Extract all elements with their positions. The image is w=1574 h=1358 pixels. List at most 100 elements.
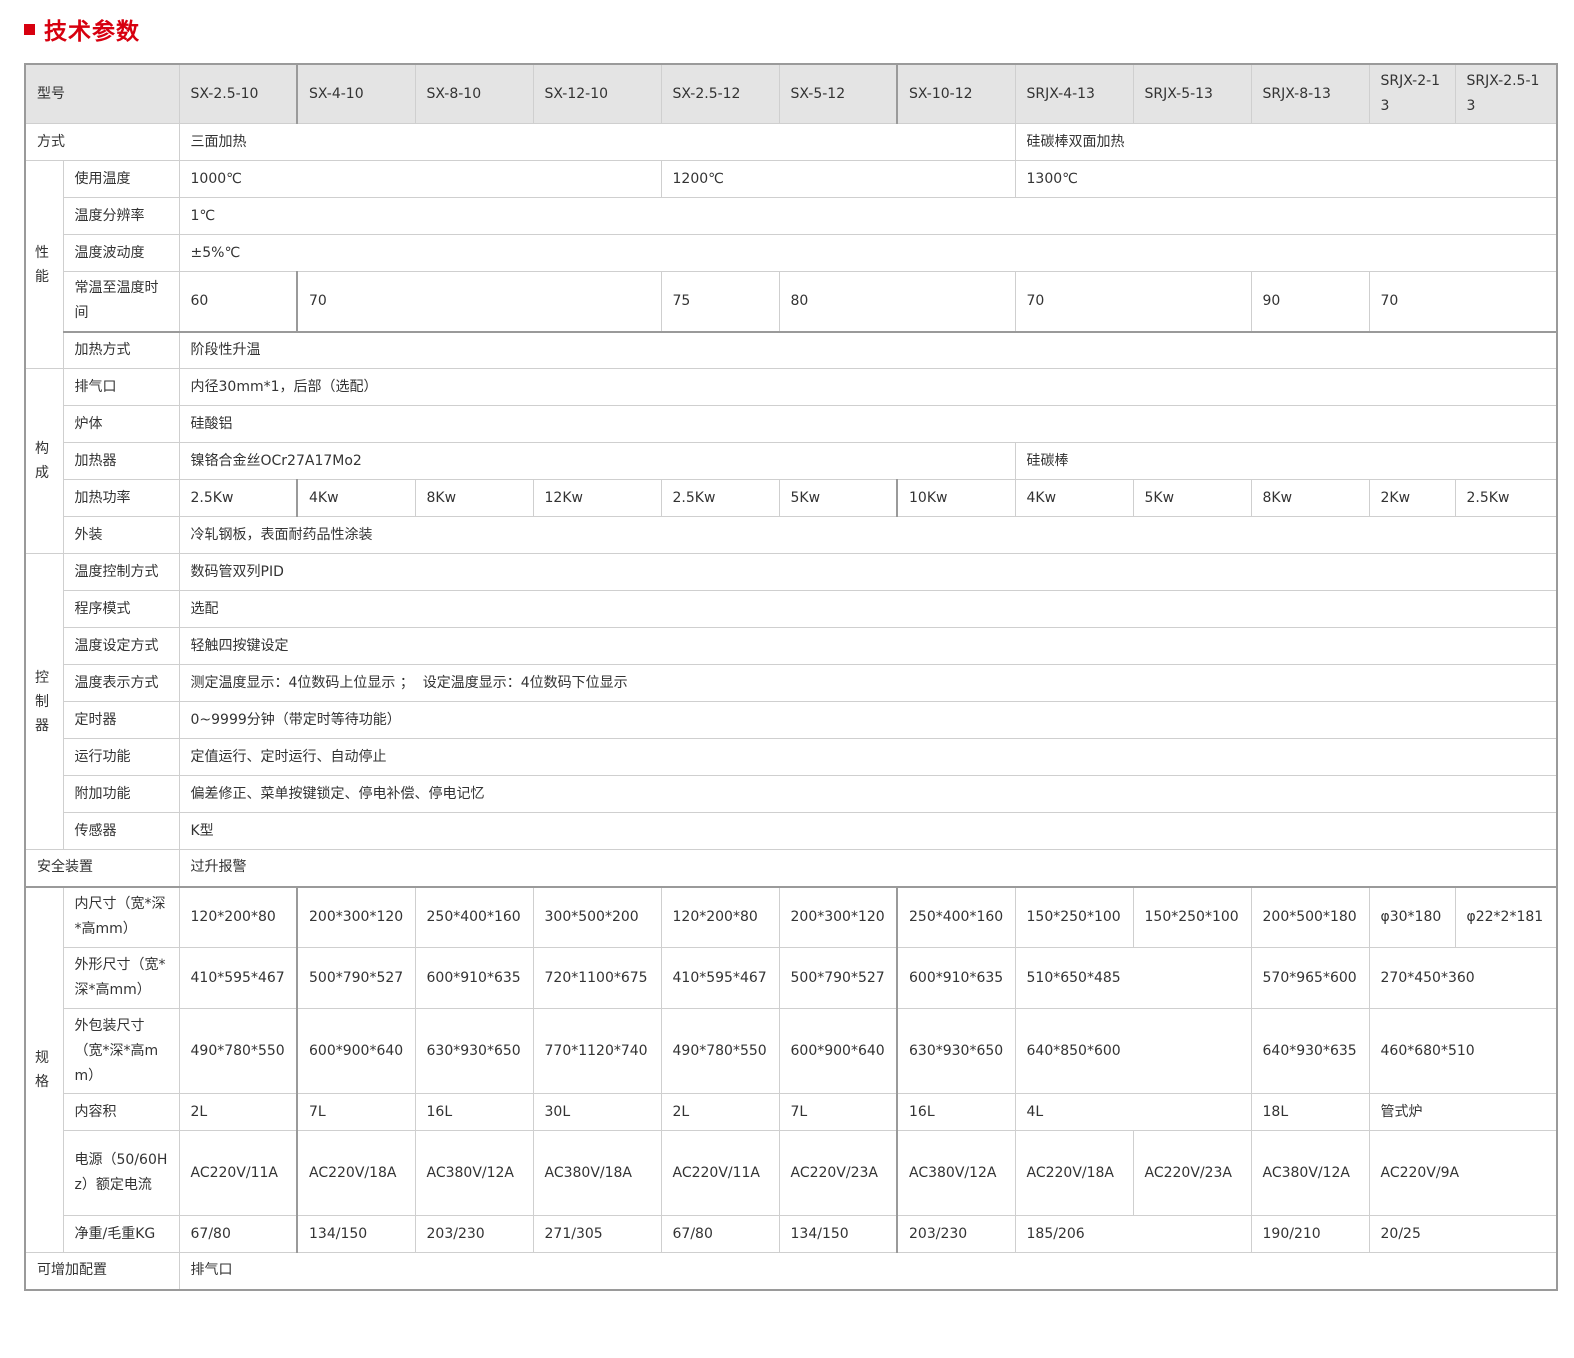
row-label: 外包装尺寸（宽*深*高mm） — [62, 1008, 180, 1094]
row-label: 温度设定方式 — [62, 627, 180, 665]
table-row: 运行功能 定值运行、定时运行、自动停止 — [25, 738, 1558, 776]
table-cell: AC220V/23A — [1132, 1130, 1252, 1216]
table-cell: φ22*2*181 — [1454, 885, 1558, 948]
row-label: 净重/毛重KG — [62, 1215, 180, 1253]
table-cell: 20/25 — [1368, 1215, 1558, 1253]
table-row: 安全装置 过升报警 — [24, 849, 1558, 887]
table-cell: 270*450*360 — [1368, 947, 1558, 1009]
table-cell: 18L — [1250, 1093, 1370, 1131]
model-cell: SRJX-2-13 — [1368, 63, 1456, 124]
table-row: 附加功能 偏差修正、菜单按键锁定、停电补偿、停电记忆 — [25, 775, 1558, 813]
table-cell: 134/150 — [778, 1215, 898, 1253]
table-cell: 2L — [178, 1093, 298, 1131]
table-row: 传感器 K型 — [25, 812, 1558, 850]
table-cell: 过升报警 — [178, 849, 1558, 887]
table-row: 定时器 0~9999分钟（带定时等待功能） — [25, 701, 1558, 739]
table-cell: 410*595*467 — [178, 947, 298, 1009]
table-row: 外装 冷轧钢板，表面耐药品性涂装 — [25, 516, 1558, 554]
row-label: 程序模式 — [62, 590, 180, 628]
table-row: 电源（50/60Hz）额定电流 AC220V/11A AC220V/18A AC… — [25, 1130, 1558, 1216]
model-cell: SX-8-10 — [414, 63, 534, 124]
table-cell: 排气口 — [178, 1252, 1558, 1290]
row-label: 外装 — [62, 516, 180, 554]
row-label: 运行功能 — [62, 738, 180, 776]
row-label: 安全装置 — [24, 849, 180, 887]
row-label: 外形尺寸（宽*深*高mm） — [62, 947, 180, 1009]
table-cell: 203/230 — [414, 1215, 534, 1253]
table-cell: 300*500*200 — [532, 885, 662, 948]
table-cell: 8Kw — [414, 479, 534, 517]
table-cell: AC220V/11A — [660, 1130, 780, 1216]
table-row: 外形尺寸（宽*深*高mm） 410*595*467 500*790*527 60… — [25, 947, 1558, 1009]
row-label: 温度表示方式 — [62, 664, 180, 702]
table-row: 规格 内尺寸（宽*深*高mm） 120*200*80 200*300*120 2… — [24, 885, 1558, 1253]
table-cell: 134/150 — [296, 1215, 416, 1253]
section-title: 技术参数 — [44, 19, 140, 45]
table-cell: 150*250*100 — [1132, 885, 1252, 948]
table-cell: 67/80 — [660, 1215, 780, 1253]
table-cell: 490*780*550 — [178, 1008, 298, 1094]
model-cell: SX-5-12 — [778, 63, 898, 124]
group-label: 规格 — [24, 885, 64, 1253]
model-cell: SRJX-4-13 — [1014, 63, 1134, 124]
row-label: 使用温度 — [62, 160, 180, 198]
table-row: 程序模式 选配 — [25, 590, 1558, 628]
row-label: 电源（50/60Hz）额定电流 — [62, 1130, 180, 1216]
row-label: 内容积 — [62, 1093, 180, 1131]
table-cell: 冷轧钢板，表面耐药品性涂装 — [178, 516, 1558, 554]
table-cell: 190/210 — [1250, 1215, 1370, 1253]
table-row: 炉体 硅酸铝 — [25, 405, 1558, 443]
table-cell: 120*200*80 — [178, 885, 298, 948]
row-label: 传感器 — [62, 812, 180, 850]
section-header: 技术参数 — [24, 12, 140, 46]
table-row: 可增加配置 排气口 — [24, 1252, 1558, 1290]
table-cell: K型 — [178, 812, 1558, 850]
row-label: 附加功能 — [62, 775, 180, 813]
table-cell: 70 — [1014, 271, 1252, 333]
table-cell: 67/80 — [178, 1215, 298, 1253]
table-cell: 选配 — [178, 590, 1558, 628]
model-cell: SX-2.5-12 — [660, 63, 780, 124]
square-bullet-icon — [24, 23, 35, 35]
table-cell: 4Kw — [296, 479, 416, 517]
model-cell: SRJX-2.5-13 — [1454, 63, 1558, 124]
row-label: 炉体 — [62, 405, 180, 443]
table-row: 温度分辨率 1℃ — [25, 197, 1558, 235]
table-row: 内容积 2L 7L 16L 30L 2L 7L 16L 4L 18L 管式炉 — [25, 1093, 1558, 1131]
table-cell: 70 — [296, 271, 662, 333]
table-cell: AC380V/18A — [532, 1130, 662, 1216]
table-cell: 1000℃ — [178, 160, 662, 198]
model-cell: SRJX-5-13 — [1132, 63, 1252, 124]
table-cell: 250*400*160 — [414, 885, 534, 948]
table-cell: φ30*180 — [1368, 885, 1456, 948]
table-cell: 30L — [532, 1093, 662, 1131]
table-row: 常温至温度时间 60 70 75 80 70 90 70 — [25, 271, 1558, 333]
table-cell: 150*250*100 — [1014, 885, 1134, 948]
table-row: 净重/毛重KG 67/80 134/150 203/230 271/305 67… — [25, 1215, 1558, 1253]
table-row: 性能 使用温度 1000℃ 1200℃ 1300℃ — [24, 160, 1558, 369]
table-cell: 410*595*467 — [660, 947, 780, 1009]
row-label: 可增加配置 — [24, 1252, 180, 1290]
table-cell: 200*300*120 — [778, 885, 898, 948]
table-cell: 60 — [178, 271, 298, 333]
table-cell: 70 — [1368, 271, 1558, 333]
table-row: 加热器 镍铬合金丝OCr27A17Mo2 硅碳棒 — [25, 442, 1558, 480]
group-label: 构成 — [24, 368, 64, 554]
row-label: 排气口 — [62, 368, 180, 406]
table-cell: 80 — [778, 271, 1016, 333]
row-label: 加热器 — [62, 442, 180, 480]
table-cell: AC380V/12A — [1250, 1130, 1370, 1216]
table-cell: 1300℃ — [1014, 160, 1558, 198]
table-cell: 203/230 — [896, 1215, 1016, 1253]
table-cell: 600*910*635 — [896, 947, 1016, 1009]
table-cell: 4L — [1014, 1093, 1252, 1131]
table-cell: 630*930*650 — [896, 1008, 1016, 1094]
table-cell: 600*910*635 — [414, 947, 534, 1009]
table-cell: 数码管双列PID — [178, 553, 1558, 591]
row-label: 加热功率 — [62, 479, 180, 517]
table-cell: 570*965*600 — [1250, 947, 1370, 1009]
table-cell: 5Kw — [1132, 479, 1252, 517]
table-cell: 2.5Kw — [1454, 479, 1558, 517]
model-cell: SX-4-10 — [296, 63, 416, 124]
table-cell: 三面加热 — [178, 123, 1016, 161]
